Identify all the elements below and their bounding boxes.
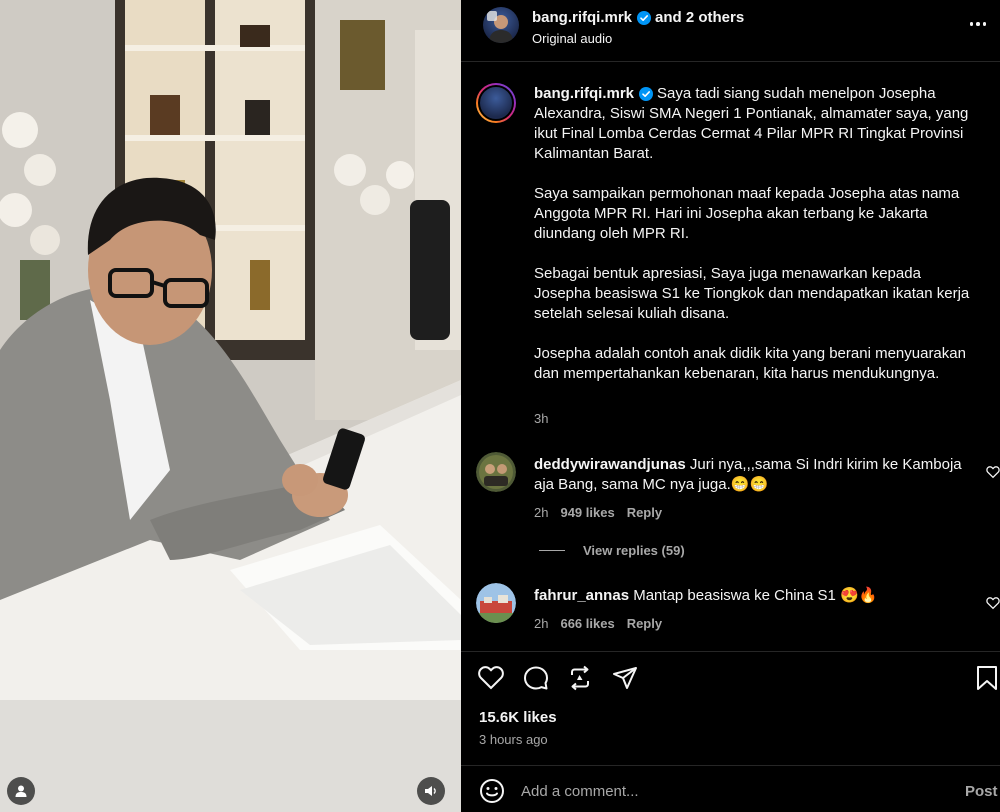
- author-avatar-image: [487, 11, 513, 43]
- likes-count[interactable]: 15.6K likes: [479, 709, 557, 726]
- post-header: bang.rifqi.mrk and 2 others Original aud…: [461, 0, 1000, 60]
- comment-text: Mantap beasiswa ke China S1 😍🔥: [633, 587, 878, 604]
- video-frame: [0, 0, 461, 812]
- tagged-users-button[interactable]: [7, 777, 35, 805]
- header-divider: [461, 61, 1000, 62]
- post-video[interactable]: [0, 0, 461, 812]
- post-timestamp[interactable]: 3 hours ago: [479, 732, 548, 747]
- author-avatar[interactable]: [483, 7, 519, 43]
- remix-icon[interactable]: [566, 664, 594, 692]
- caption-avatar-image: [478, 85, 514, 121]
- view-replies-label: View replies (59): [583, 543, 685, 558]
- comment-time[interactable]: 2h: [534, 505, 548, 520]
- more-icon-dot: [969, 22, 974, 26]
- commenter-avatar[interactable]: [476, 583, 516, 623]
- add-comment-bar: Post: [461, 766, 1000, 812]
- speaker-icon: [425, 786, 436, 796]
- caption-username[interactable]: bang.rifqi.mrk: [534, 85, 634, 102]
- comment-likes[interactable]: 949 likes: [560, 505, 614, 520]
- reply-button[interactable]: Reply: [627, 616, 662, 631]
- audio-toggle-button[interactable]: [417, 777, 445, 805]
- emoji-icon[interactable]: [479, 778, 505, 804]
- comment-meta: 2h 666 likes Reply: [534, 616, 662, 631]
- caption-paragraph: Saya sampaikan permohonan maaf kepada Jo…: [534, 185, 960, 242]
- more-icon-dot: [976, 22, 980, 26]
- audio-link[interactable]: Original audio: [532, 31, 612, 46]
- author-username[interactable]: bang.rifqi.mrk: [532, 9, 632, 26]
- post-comment-button[interactable]: Post: [965, 783, 998, 800]
- author-line: bang.rifqi.mrk and 2 others: [532, 9, 744, 26]
- comment-likes[interactable]: 666 likes: [560, 616, 614, 631]
- commenter-username[interactable]: fahrur_annas: [534, 587, 629, 604]
- coauthors-link[interactable]: and 2 others: [655, 9, 744, 26]
- like-heart-icon[interactable]: [477, 664, 505, 692]
- commenter-avatar-image: [476, 452, 516, 492]
- caption-paragraph: Sebagai bentuk apresiasi, Saya juga mena…: [534, 265, 970, 322]
- view-replies-button[interactable]: View replies (59): [539, 543, 685, 558]
- comment-icon[interactable]: [522, 664, 550, 692]
- verified-badge-icon: [639, 87, 654, 102]
- more-options-button[interactable]: [966, 14, 990, 34]
- comment-like-heart-icon[interactable]: [986, 596, 1000, 610]
- commenter-avatar[interactable]: [476, 452, 516, 492]
- comment-text-block: deddywirawandjunas Juri nya,,,sama Si In…: [534, 455, 974, 495]
- add-comment-input[interactable]: [521, 779, 921, 803]
- caption-paragraph: Josepha adalah contoh anak didik kita ya…: [534, 345, 966, 382]
- action-bar: [461, 660, 1000, 696]
- share-icon[interactable]: [611, 664, 639, 692]
- user-icon: [15, 785, 27, 797]
- reply-button[interactable]: Reply: [627, 505, 662, 520]
- caption-author-avatar[interactable]: [476, 83, 516, 123]
- commenter-username[interactable]: deddywirawandjunas: [534, 456, 686, 473]
- verified-badge-icon: [637, 10, 652, 25]
- post-caption: bang.rifqi.mrk Saya tadi siang sudah mene…: [534, 84, 979, 404]
- comment-time[interactable]: 2h: [534, 616, 548, 631]
- caption-paragraph: bang.rifqi.mrk Saya tadi siang sudah mene…: [534, 84, 979, 164]
- commenter-avatar-image: [476, 583, 516, 623]
- comment-meta: 2h 949 likes Reply: [534, 505, 662, 520]
- view-replies-line: [539, 550, 565, 551]
- post-details-panel: bang.rifqi.mrk and 2 others Original aud…: [461, 0, 1000, 812]
- save-bookmark-icon[interactable]: [973, 664, 1000, 692]
- comment-like-heart-icon[interactable]: [986, 465, 1000, 479]
- more-icon-dot: [982, 22, 987, 26]
- actions-divider: [461, 651, 1000, 652]
- caption-timestamp[interactable]: 3h: [534, 411, 548, 426]
- comment-text-block: fahrur_annas Mantap beasiswa ke China S1…: [534, 586, 974, 606]
